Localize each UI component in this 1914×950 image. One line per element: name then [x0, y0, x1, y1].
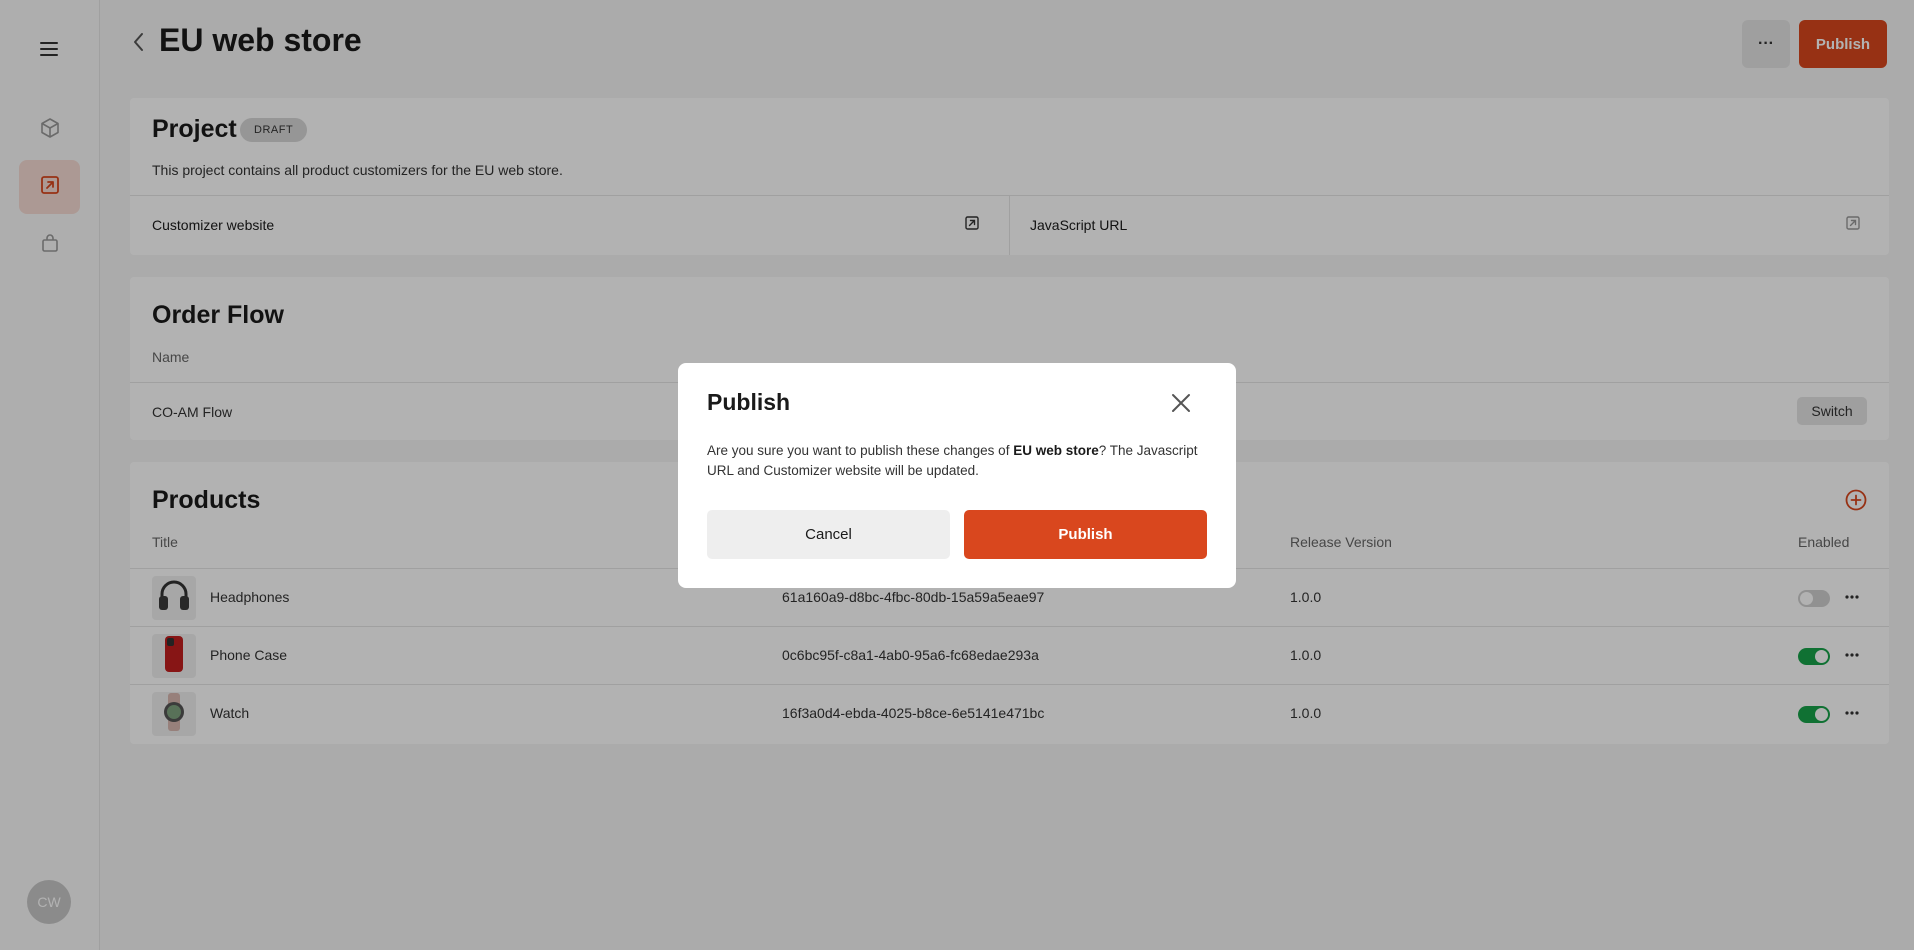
dialog-message-part: Are you sure you want to publish these c…: [707, 443, 1014, 458]
close-icon[interactable]: [1167, 389, 1195, 417]
dialog-message: Are you sure you want to publish these c…: [707, 441, 1212, 481]
confirm-publish-button[interactable]: Publish: [964, 510, 1207, 559]
dialog-message-store-name: EU web store: [1013, 443, 1099, 458]
publish-dialog: Publish Are you sure you want to publish…: [678, 363, 1236, 588]
cancel-button[interactable]: Cancel: [707, 510, 950, 559]
dialog-title: Publish: [707, 389, 791, 415]
